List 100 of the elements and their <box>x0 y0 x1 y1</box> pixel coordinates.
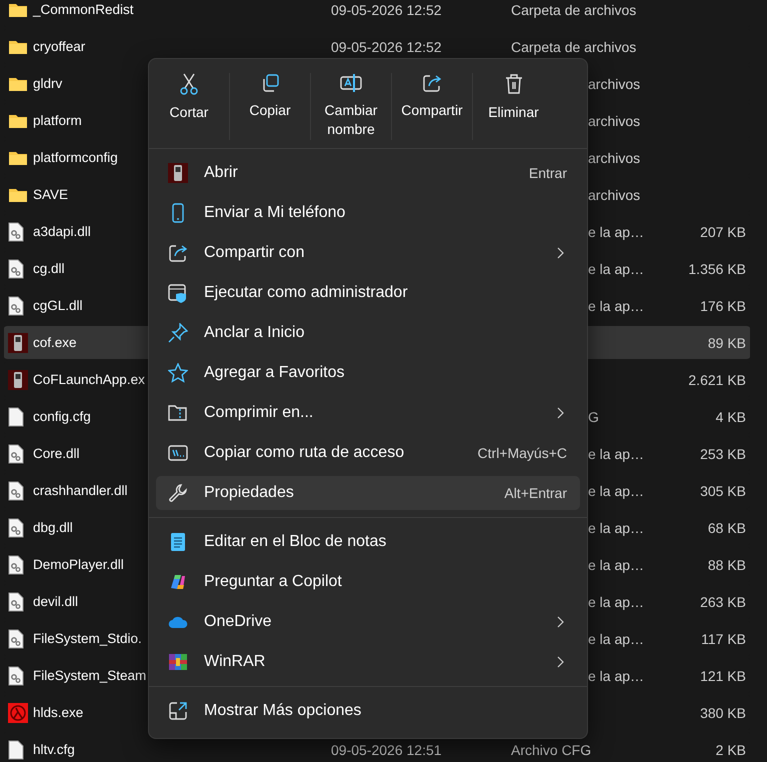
file-name: FileSystem_Steam <box>32 668 146 683</box>
file-type: e la ap… <box>588 630 644 646</box>
phone-app-icon <box>168 163 188 183</box>
file-type: e la ap… <box>588 594 644 610</box>
file-name: DemoPlayer.dll <box>32 557 124 572</box>
delete-button[interactable]: Eliminar <box>473 73 554 140</box>
file-name: CoFLaunchApp.ex <box>32 372 145 387</box>
file-size: 305 KB <box>700 482 746 498</box>
menu-item[interactable]: Enviar a Mi teléfono <box>156 196 580 230</box>
file-size: 89 KB <box>708 334 746 350</box>
file-size: 176 KB <box>700 298 746 314</box>
file-size: 121 KB <box>700 668 746 684</box>
books-archive-icon <box>168 652 188 672</box>
file-name: SAVE <box>32 187 68 202</box>
file-name: cryoffear <box>32 39 86 54</box>
file-name: hlds.exe <box>32 705 84 720</box>
zip-folder-icon <box>168 403 188 423</box>
file-date: 09-05-2026 12:52 <box>331 2 442 18</box>
copilot-icon <box>168 572 188 592</box>
file-name: crashhandler.dll <box>32 483 128 498</box>
file-type: Archivo CFG <box>511 742 592 758</box>
file-type: e la ap… <box>588 482 644 498</box>
file-size: 253 KB <box>700 446 746 462</box>
copy-button[interactable]: Copiar <box>230 73 311 140</box>
lambda-icon <box>8 702 28 722</box>
menu-item[interactable]: WinRAR <box>156 645 580 679</box>
wrench-icon <box>168 483 188 503</box>
star-icon <box>168 363 188 383</box>
file-name: cof.exe <box>32 335 77 350</box>
file-name: platform <box>32 113 82 128</box>
file-name: platformconfig <box>32 150 118 165</box>
file-row[interactable]: _CommonRedist 09-05-2026 12:52 Carpeta de archivos <box>4 0 750 28</box>
file-name: Core.dll <box>32 446 80 461</box>
menu-item[interactable]: Copiar como ruta de acceso Ctrl+Mayús+C <box>156 436 580 470</box>
file-type: e la ap… <box>588 224 644 240</box>
menu-item[interactable]: Ejecutar como administrador <box>156 276 580 310</box>
rename-button[interactable]: Cambiar nombre <box>311 73 392 140</box>
folder-icon <box>8 2 28 18</box>
file-name: _CommonRedist <box>32 2 134 17</box>
file-name: dbg.dll <box>32 520 73 535</box>
menu-item[interactable]: Agregar a Favoritos <box>156 356 580 390</box>
folder-icon <box>8 112 28 128</box>
menu-item[interactable]: Mostrar Más opciones <box>156 694 580 728</box>
file-size: 380 KB <box>700 704 746 720</box>
phone-app-icon <box>8 370 28 390</box>
trash-icon <box>504 73 524 95</box>
file-type: archivos <box>588 186 640 202</box>
menu-item[interactable]: Propiedades Alt+Entrar <box>156 476 580 510</box>
file-type: G <box>588 408 599 424</box>
gear-file-icon <box>8 480 24 500</box>
shield-window-icon <box>168 283 188 303</box>
pin-icon <box>168 323 188 343</box>
terminal-path-icon <box>168 443 188 463</box>
file-type: e la ap… <box>588 446 644 462</box>
file-name: config.cfg <box>32 409 91 424</box>
folder-icon <box>8 76 28 92</box>
file-type: archivos <box>588 112 640 128</box>
file-name: cgGL.dll <box>32 298 83 313</box>
file-size: 4 KB <box>716 408 746 424</box>
menu-item[interactable]: Anclar a Inicio <box>156 316 580 350</box>
share-icon <box>168 243 188 263</box>
gear-file-icon <box>8 592 24 612</box>
gear-file-icon <box>8 258 24 278</box>
file-size: 1.356 KB <box>688 260 746 276</box>
gear-file-icon <box>8 666 24 686</box>
menu-item[interactable]: Compartir con <box>156 236 580 270</box>
file-type: e la ap… <box>588 668 644 684</box>
file-type: archivos <box>588 76 640 92</box>
file-type: Carpeta de archivos <box>511 2 636 18</box>
rename-icon <box>340 73 362 93</box>
folder-icon <box>8 150 28 166</box>
file-size: 2 KB <box>716 742 746 758</box>
cut-button[interactable]: Cortar <box>149 73 230 140</box>
file-name: a3dapi.dll <box>32 224 91 239</box>
phone-app-icon <box>8 332 28 352</box>
gear-file-icon <box>8 444 24 464</box>
file-size: 88 KB <box>708 556 746 572</box>
cloud-icon <box>168 615 188 629</box>
file-date: 09-05-2026 12:51 <box>331 742 442 758</box>
expand-window-icon <box>168 701 188 721</box>
notepad-icon <box>168 532 188 552</box>
file-size: 117 KB <box>701 630 746 646</box>
file-name: FileSystem_Stdio. <box>32 631 142 646</box>
file-size: 68 KB <box>708 520 746 536</box>
menu-item[interactable]: Comprimir en... <box>156 396 580 430</box>
gear-file-icon <box>8 222 24 242</box>
menu-item[interactable]: OneDrive <box>156 605 580 639</box>
file-type: archivos <box>588 150 640 166</box>
file-name: gldrv <box>32 76 62 91</box>
file-type: e la ap… <box>588 556 644 572</box>
file-name: devil.dll <box>32 594 78 609</box>
file-size: 207 KB <box>700 224 746 240</box>
file-size: 263 KB <box>700 594 746 610</box>
gear-file-icon <box>8 554 24 574</box>
share-icon <box>422 73 442 93</box>
share-button[interactable]: Compartir <box>392 73 473 140</box>
file-type: e la ap… <box>588 260 644 276</box>
menu-item[interactable]: Preguntar a Copilot <box>156 565 580 599</box>
menu-item[interactable]: Editar en el Bloc de notas <box>156 525 580 559</box>
menu-item[interactable]: Abrir Entrar <box>156 156 580 190</box>
